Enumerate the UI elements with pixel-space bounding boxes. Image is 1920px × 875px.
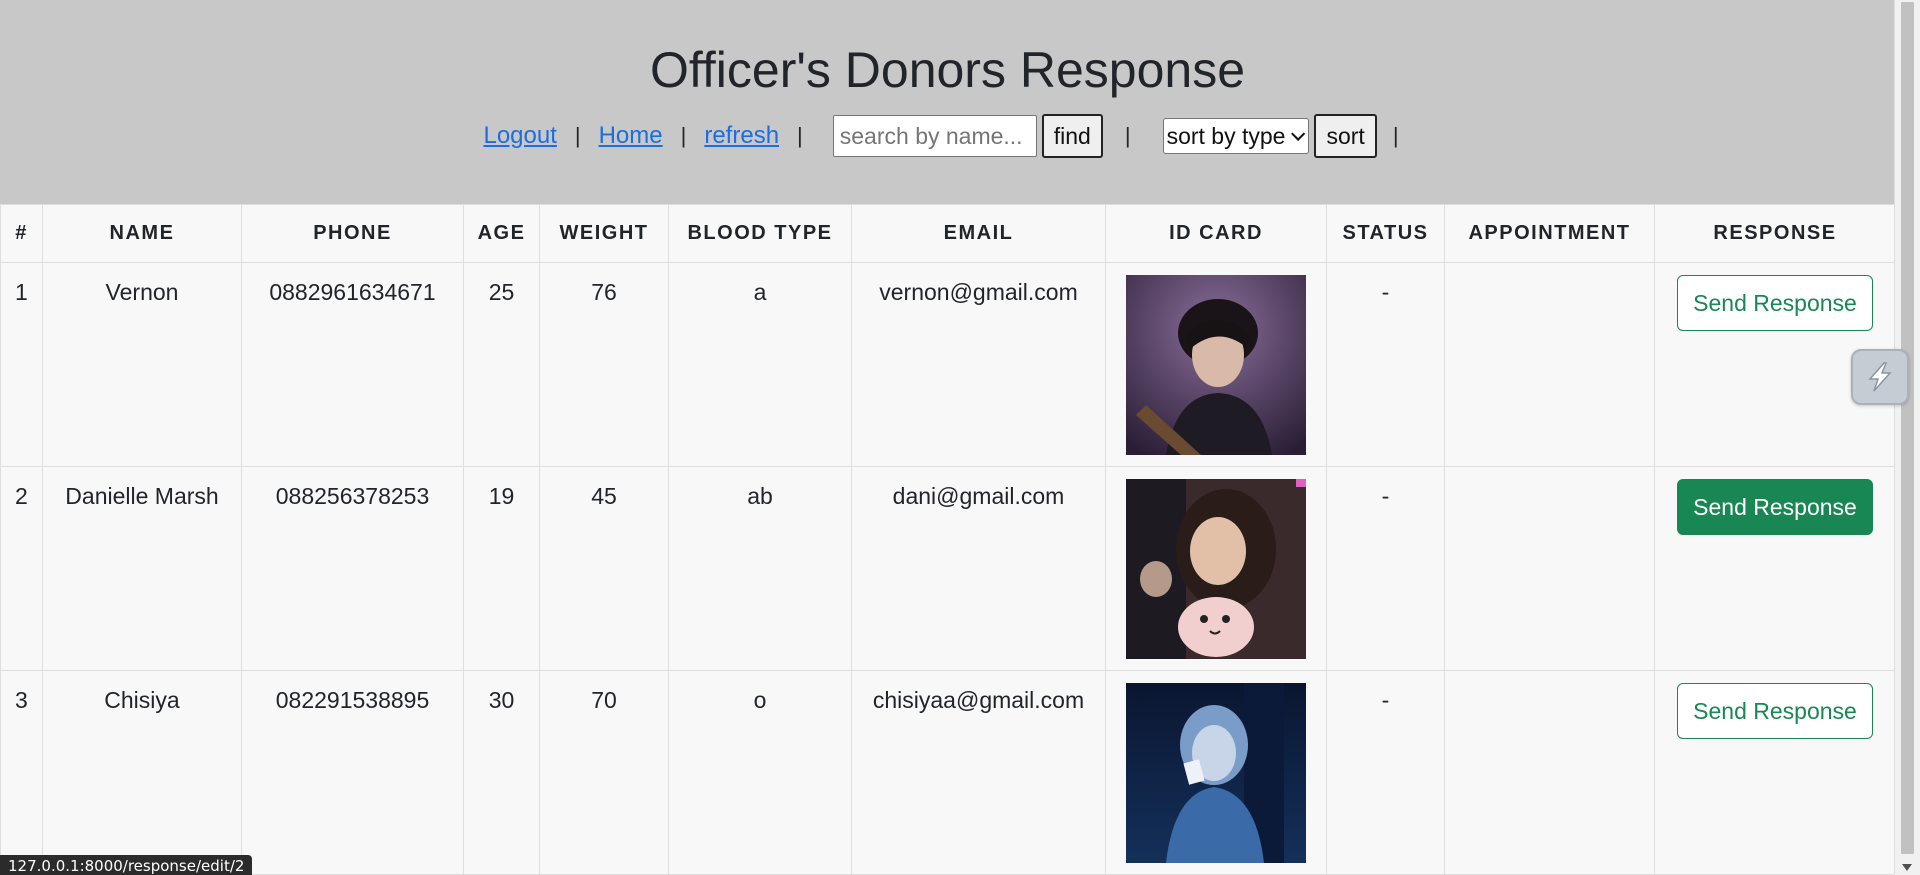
donor-blood-type: a	[668, 262, 852, 467]
column-header-appointment: APPOINTMENT	[1444, 204, 1655, 263]
donor-blood-type: ab	[668, 466, 852, 671]
donor-email: chisiyaa@gmail.com	[851, 670, 1106, 875]
column-header-age: AGE	[463, 204, 540, 263]
logout-link[interactable]: Logout	[483, 122, 556, 150]
nav-separator: |	[1392, 123, 1399, 148]
nav-bar: Logout | Home | refresh | find | sort by…	[0, 114, 1895, 158]
id-card-photo	[1126, 683, 1306, 863]
scroll-down-arrow-icon[interactable]	[1902, 864, 1912, 871]
send-response-button[interactable]: Send Response	[1677, 275, 1873, 331]
column-header-response: RESPONSE	[1654, 204, 1895, 263]
id-card-cell	[1105, 262, 1327, 467]
nav-separator: |	[1124, 123, 1131, 148]
nav-separator: |	[797, 123, 803, 148]
table-row: 3 Chisiya 082291538895 30 70 o chisiyaa@…	[0, 670, 1895, 875]
donor-name: Vernon	[42, 262, 242, 467]
link-status-bar: 127.0.0.1:8000/response/edit/2	[0, 855, 253, 875]
search-input[interactable]	[832, 115, 1037, 157]
donor-status: -	[1326, 670, 1445, 875]
donor-age: 19	[463, 466, 540, 671]
page-header: Officer's Donors Response Logout | Home …	[0, 0, 1895, 204]
column-header-blood-type: BLOOD TYPE	[668, 204, 852, 263]
lightning-icon	[1868, 362, 1892, 392]
column-header-email: EMAIL	[851, 204, 1106, 263]
id-card-photo	[1126, 275, 1306, 455]
column-header-name: NAME	[42, 204, 242, 263]
donor-appointment	[1444, 670, 1655, 875]
id-card-cell	[1105, 466, 1327, 671]
sort-type-selected: sort by type	[1166, 122, 1286, 149]
page: Officer's Donors Response Logout | Home …	[0, 0, 1895, 875]
table-header-row: # NAME PHONE AGE WEIGHT BLOOD TYPE EMAIL…	[0, 204, 1895, 263]
chevron-down-icon	[1291, 126, 1306, 141]
donor-weight: 76	[539, 262, 669, 467]
table-row: 1 Vernon 0882961634671 25 76 a vernon@gm…	[0, 262, 1895, 467]
donor-email: vernon@gmail.com	[851, 262, 1106, 467]
column-header-num: #	[0, 204, 43, 263]
table-row: 2 Danielle Marsh 088256378253 19 45 ab d…	[0, 466, 1895, 671]
row-number: 3	[0, 670, 43, 875]
donor-age: 25	[463, 262, 540, 467]
sort-button[interactable]: sort	[1314, 114, 1377, 158]
refresh-link[interactable]: refresh	[704, 122, 779, 150]
donor-phone: 0882961634671	[241, 262, 464, 467]
column-header-status: STATUS	[1326, 204, 1445, 263]
send-response-button[interactable]: Send Response	[1677, 683, 1873, 739]
vertical-scrollbar[interactable]	[1894, 0, 1920, 875]
sort-type-select[interactable]: sort by type	[1162, 118, 1310, 154]
donor-name: Chisiya	[42, 670, 242, 875]
donor-age: 30	[463, 670, 540, 875]
donors-table: # NAME PHONE AGE WEIGHT BLOOD TYPE EMAIL…	[0, 204, 1895, 875]
column-header-id-card: ID CARD	[1105, 204, 1327, 263]
scrollbar-thumb[interactable]	[1901, 2, 1914, 854]
find-button[interactable]: find	[1041, 114, 1103, 158]
page-title: Officer's Donors Response	[650, 42, 1245, 98]
donor-blood-type: o	[668, 670, 852, 875]
id-card-cell	[1105, 670, 1327, 875]
donor-email: dani@gmail.com	[851, 466, 1106, 671]
donor-phone: 082291538895	[241, 670, 464, 875]
donor-status: -	[1326, 262, 1445, 467]
donor-weight: 45	[539, 466, 669, 671]
response-cell: Send Response	[1654, 670, 1895, 875]
donor-phone: 088256378253	[241, 466, 464, 671]
donor-status: -	[1326, 466, 1445, 671]
nav-separator: |	[680, 123, 687, 148]
donor-appointment	[1444, 262, 1655, 467]
column-header-weight: WEIGHT	[539, 204, 669, 263]
donor-appointment	[1444, 466, 1655, 671]
row-number: 2	[0, 466, 43, 671]
home-link[interactable]: Home	[599, 122, 663, 150]
row-number: 1	[0, 262, 43, 467]
donor-name: Danielle Marsh	[42, 466, 242, 671]
id-card-photo	[1126, 479, 1306, 659]
response-cell: Send Response	[1654, 466, 1895, 671]
column-header-phone: PHONE	[241, 204, 464, 263]
donor-weight: 70	[539, 670, 669, 875]
nav-separator: |	[574, 123, 581, 148]
send-response-button[interactable]: Send Response	[1677, 479, 1873, 535]
floating-extension-icon[interactable]	[1851, 349, 1909, 405]
